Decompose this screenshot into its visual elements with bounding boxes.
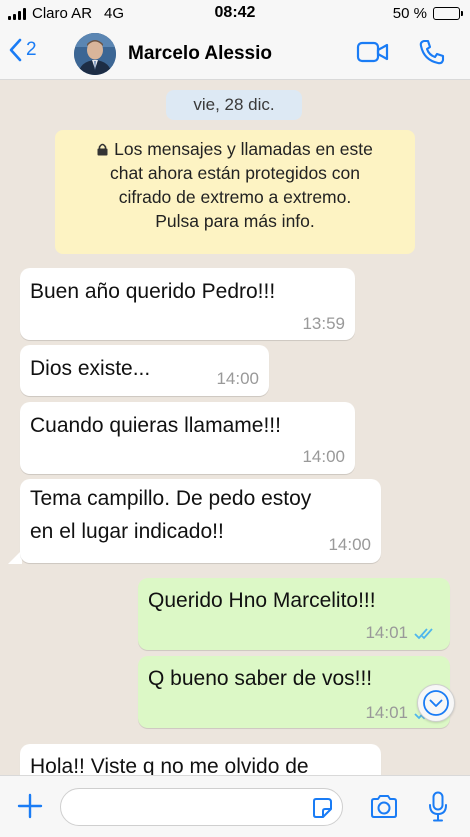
camera-button[interactable] bbox=[369, 794, 399, 825]
back-chevron-icon bbox=[9, 38, 22, 62]
mic-icon bbox=[429, 791, 447, 822]
message-bubble-outgoing[interactable]: Q bueno saber de vos!!! 14:01 bbox=[138, 656, 450, 728]
encryption-line: Los mensajes y llamadas en este bbox=[55, 137, 415, 161]
voice-call-button[interactable] bbox=[418, 38, 446, 71]
microphone-button[interactable] bbox=[428, 791, 448, 828]
message-bubble-incoming[interactable]: Hola!! Viste q no me olvido de bbox=[20, 744, 381, 775]
scroll-down-button[interactable] bbox=[417, 684, 455, 722]
status-bar: Claro AR 4G 08:42 50 % bbox=[0, 0, 470, 28]
double-check-icon bbox=[414, 628, 433, 640]
video-call-button[interactable] bbox=[356, 40, 390, 69]
unread-count: 2 bbox=[26, 39, 37, 60]
message-text: en el lugar indicado!! bbox=[30, 520, 224, 543]
message-time: 13:59 bbox=[302, 314, 345, 333]
plus-icon bbox=[17, 793, 43, 819]
video-call-icon bbox=[356, 41, 389, 63]
scroll-down-icon bbox=[423, 690, 449, 716]
message-time: 14:00 bbox=[328, 535, 371, 554]
message-text: Buen año querido Pedro!!! bbox=[30, 280, 276, 303]
encryption-notice[interactable]: Los mensajes y llamadas en este chat aho… bbox=[55, 130, 415, 254]
camera-icon bbox=[371, 795, 397, 818]
phone-icon bbox=[419, 39, 445, 65]
battery-icon bbox=[433, 7, 463, 20]
message-time: 14:00 bbox=[302, 447, 345, 466]
attach-button[interactable] bbox=[17, 793, 43, 824]
chat-header: 2 Marcelo Alessio bbox=[0, 28, 470, 80]
message-text: Querido Hno Marcelito!!! bbox=[148, 589, 376, 612]
message-text: Dios existe... bbox=[30, 357, 151, 380]
sticker-button[interactable] bbox=[311, 797, 333, 824]
message-bubble-incoming[interactable]: Buen año querido Pedro!!! 13:59 bbox=[20, 268, 355, 340]
message-bubble-outgoing[interactable]: Querido Hno Marcelito!!! 14:01 bbox=[138, 578, 450, 650]
message-text: Hola!! Viste q no me olvido de bbox=[30, 755, 309, 775]
message-bubble-incoming[interactable]: Dios existe... 14:00 bbox=[20, 345, 269, 396]
message-text: Q bueno saber de vos!!! bbox=[148, 667, 373, 690]
message-input[interactable] bbox=[60, 788, 343, 826]
message-time: 14:00 bbox=[216, 369, 259, 388]
encryption-line: chat ahora están protegidos con bbox=[109, 163, 361, 183]
chat-area[interactable]: vie, 28 dic. Los mensajes y llamadas en … bbox=[0, 80, 470, 775]
message-text: Cuando quieras llamame!!! bbox=[30, 414, 281, 437]
composer-bar bbox=[0, 775, 470, 837]
message-time: 14:01 bbox=[365, 623, 408, 642]
lock-icon bbox=[97, 143, 108, 156]
back-button[interactable]: 2 bbox=[8, 38, 37, 62]
battery-percent: 50 % bbox=[392, 5, 427, 22]
message-text: Tema campillo. De pedo estoy bbox=[30, 487, 312, 510]
encryption-line: cifrado de extremo a extremo. bbox=[118, 187, 352, 207]
message-bubble-incoming[interactable]: Tema campillo. De pedo estoy en el lugar… bbox=[20, 479, 381, 563]
encryption-line: Pulsa para más info. bbox=[155, 211, 315, 231]
message-time: 14:01 bbox=[365, 703, 408, 722]
sticker-icon bbox=[313, 798, 332, 818]
date-separator: vie, 28 dic. bbox=[166, 90, 302, 120]
message-bubble-incoming[interactable]: Cuando quieras llamame!!! 14:00 bbox=[20, 402, 355, 474]
avatar[interactable] bbox=[74, 33, 116, 75]
contact-name[interactable]: Marcelo Alessio bbox=[128, 43, 272, 65]
